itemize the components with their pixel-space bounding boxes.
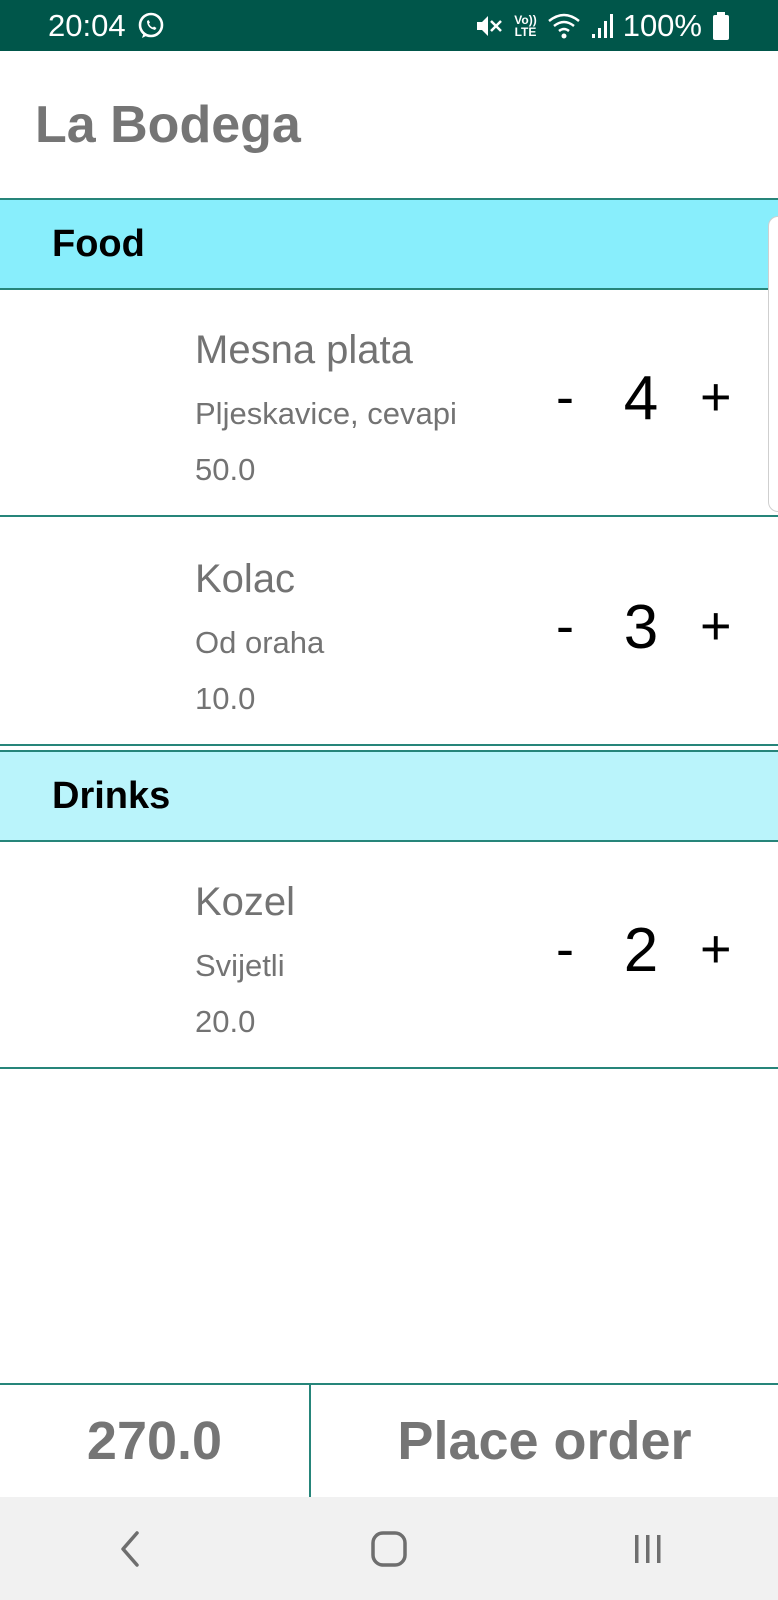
decrement-button[interactable]: - <box>556 922 574 976</box>
menu-item: Kolac Od oraha 10.0 - 3 + <box>0 519 778 746</box>
item-description: Pljeskavice, cevapi <box>195 396 457 431</box>
quantity-value: 4 <box>623 364 659 433</box>
status-bar: 20:04 Vo)) LTE 100% <box>0 0 778 51</box>
item-name: Mesna plata <box>195 328 413 372</box>
app-title: La Bodega <box>35 96 301 154</box>
item-price: 20.0 <box>195 1004 256 1039</box>
item-description: Svijetli <box>195 948 285 983</box>
status-left: 20:04 <box>48 8 166 44</box>
item-price: 10.0 <box>195 681 256 716</box>
mute-icon <box>474 11 504 41</box>
status-time: 20:04 <box>48 7 126 43</box>
decrement-button[interactable]: - <box>556 599 574 653</box>
quantity-stepper: - 2 + <box>548 842 778 1067</box>
section-header-drinks: Drinks <box>0 750 778 842</box>
volte-label: Vo)) <box>514 12 537 27</box>
place-order-button[interactable]: Place order <box>311 1385 778 1497</box>
menu-item: Mesna plata Pljeskavice, cevapi 50.0 - 4… <box>0 290 778 517</box>
back-icon[interactable] <box>90 1519 170 1579</box>
section-title: Food <box>52 222 145 265</box>
section-header-food: Food <box>0 198 778 290</box>
quantity-stepper: - 4 + <box>548 290 778 515</box>
lte-label: LTE <box>514 24 537 39</box>
item-name: Kolac <box>195 557 296 601</box>
scroll-indicator[interactable] <box>768 216 778 512</box>
section-title: Drinks <box>52 774 171 817</box>
quantity-value: 2 <box>623 916 659 985</box>
app-bar: La Bodega <box>0 51 778 198</box>
increment-button[interactable]: + <box>700 599 732 653</box>
order-bar: 270.0 Place order <box>0 1383 778 1497</box>
menu-item: Kozel Svijetli 20.0 - 2 + <box>0 842 778 1069</box>
quantity-value: 3 <box>623 593 659 662</box>
quantity-stepper: - 3 + <box>548 519 778 744</box>
volte-icon: Vo)) LTE <box>514 14 536 38</box>
status-right: Vo)) LTE 100% <box>474 8 730 44</box>
whatsapp-icon <box>136 11 166 41</box>
item-name: Kozel <box>195 880 296 924</box>
order-total: 270.0 <box>0 1385 311 1497</box>
increment-button[interactable]: + <box>700 922 732 976</box>
item-description: Od oraha <box>195 625 325 660</box>
home-icon[interactable] <box>349 1519 429 1579</box>
increment-button[interactable]: + <box>700 370 732 424</box>
battery-icon <box>712 11 730 41</box>
recents-icon[interactable] <box>608 1519 688 1579</box>
signal-icon <box>591 12 613 40</box>
navigation-bar <box>0 1497 778 1600</box>
decrement-button[interactable]: - <box>556 370 574 424</box>
wifi-icon <box>547 11 581 41</box>
item-price: 50.0 <box>195 452 256 487</box>
battery-percent: 100% <box>622 7 702 43</box>
